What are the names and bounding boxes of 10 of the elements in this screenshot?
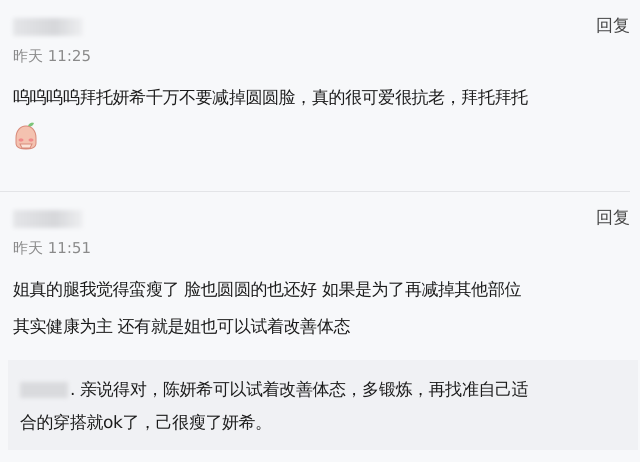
reply-text: 合的穿搭就ok了，己很瘦了妍希。	[20, 412, 272, 435]
comment-text: 姐真的腿我觉得蛮瘦了 脸也圆圆的也还好 如果是为了再减掉其他部位 其实健康为主 还有就是姐也可以试着改善体态	[13, 279, 522, 339]
blurred-username	[13, 210, 83, 228]
comment-text: 呜呜呜呜拜托妍希千万不要减掉圆圆脸，真的很可爱很抗老，拜托拜托	[13, 87, 529, 110]
comment-time: 昨天 11:51	[13, 239, 92, 258]
blurred-username	[13, 18, 83, 36]
reply-button[interactable]: 回复	[596, 206, 630, 229]
comment-time: 昨天 11:25	[13, 47, 92, 66]
reply-button[interactable]: 回复	[596, 14, 630, 37]
reply-text: . 亲说得对，陈妍希可以试着改善体态，多锻炼，再找准自己适	[70, 379, 528, 402]
